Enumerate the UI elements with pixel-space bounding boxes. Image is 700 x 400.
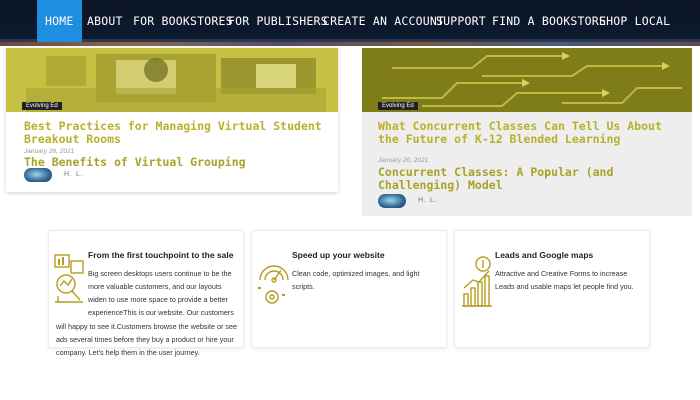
category-badge[interactable]: Evolving Ed	[378, 102, 418, 110]
post-date: January 20, 2021	[378, 157, 429, 164]
nav-create-account[interactable]: CREATE AN ACCOUNT	[323, 0, 444, 42]
related-post-title[interactable]: The Benefits of Virtual Grouping	[24, 156, 324, 169]
post-card: Evolving Ed What Concurrent Classes Can …	[362, 48, 692, 216]
touchpoint-analytics-icon	[52, 252, 86, 312]
speedometer-icon	[256, 254, 292, 314]
feature-text: Attractive and Creative Forms to increas…	[495, 269, 634, 291]
avatar	[378, 194, 406, 208]
related-post-title[interactable]: Concurrent Classes: A Popular (and Chall…	[378, 166, 678, 191]
nav-find-bookstore[interactable]: FIND A BOOKSTORE	[492, 0, 606, 42]
feature-title: Speed up your website	[292, 250, 385, 260]
feature-text: Big screen desktops users continue to be…	[88, 269, 234, 317]
nav-shop-local[interactable]: SHOP LOCAL	[599, 0, 670, 42]
feature-title: Leads and Google maps	[495, 250, 594, 260]
feature-text-overflow: will happy to see it.Customers browse th…	[56, 322, 237, 357]
nav-for-bookstores[interactable]: FOR BOOKSTORES	[133, 0, 233, 42]
header-image-strip	[0, 42, 700, 46]
nav-about[interactable]: ABOUT	[87, 0, 123, 42]
main-navigation: HOME ABOUT FOR BOOKSTORES FOR PUBLISHERS…	[0, 0, 700, 42]
author-name[interactable]: H. L.	[418, 197, 438, 204]
author-name[interactable]: H. L.	[64, 171, 84, 178]
post-date: January 26, 2021	[24, 148, 75, 155]
nav-home[interactable]: HOME	[37, 0, 82, 42]
nav-support[interactable]: SUPPORT	[436, 0, 486, 42]
avatar	[24, 168, 52, 182]
post-title[interactable]: What Concurrent Classes Can Tell Us Abou…	[378, 120, 678, 145]
feature-title: From the first touchpoint to the sale	[88, 250, 234, 260]
feature-text: Clean code, optimized images, and light …	[292, 269, 420, 291]
post-title[interactable]: Best Practices for Managing Virtual Stud…	[24, 120, 324, 145]
category-badge[interactable]: Evolving Ed	[22, 102, 62, 110]
post-card: Evolving Ed Best Practices for Managing …	[6, 48, 338, 192]
nav-for-publishers[interactable]: FOR PUBLISHERS	[228, 0, 328, 42]
growth-chart-icon	[459, 254, 495, 314]
